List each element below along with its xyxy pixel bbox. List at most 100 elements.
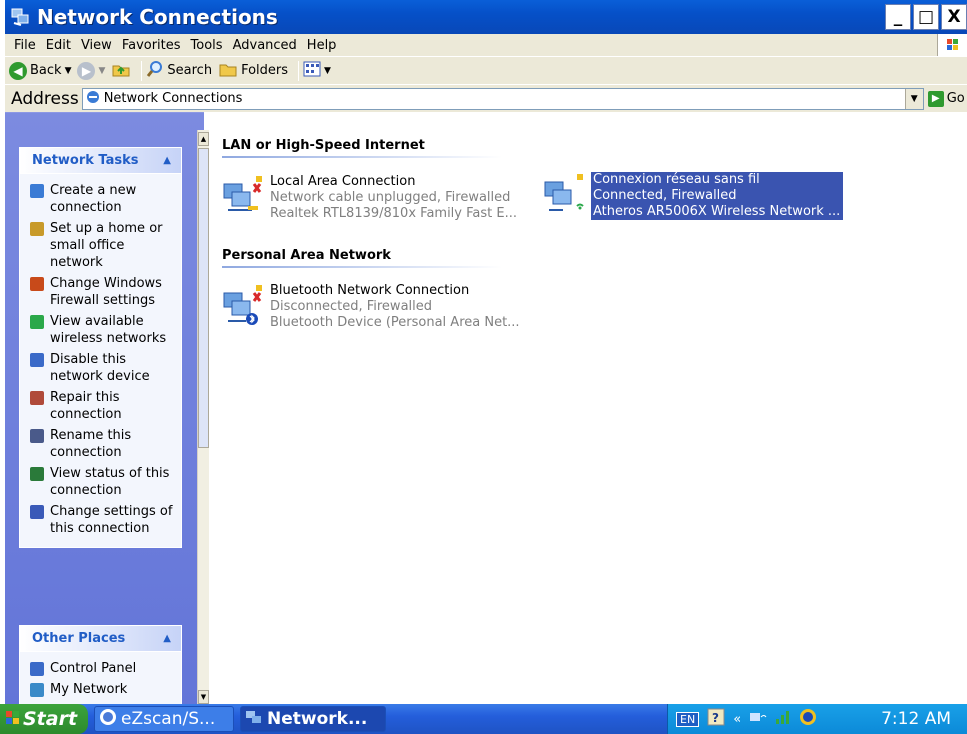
network-app-icon — [245, 708, 263, 731]
toolbar-separator — [141, 60, 143, 81]
task-link[interactable]: My Network — [30, 681, 175, 698]
menu-favorites[interactable]: Favorites — [117, 38, 186, 53]
task-label: Rename this connection — [50, 428, 132, 460]
network-tasks-list: Create a new connection Set up a home or … — [20, 174, 181, 547]
task-label: Control Panel — [50, 661, 137, 676]
collapse-chevron-icon[interactable]: ▲ — [163, 155, 171, 166]
status-icon — [30, 467, 44, 481]
clock[interactable]: 7:12 AM — [881, 709, 951, 729]
connection-local-area[interactable]: Local Area Connection Network cable unpl… — [222, 174, 517, 222]
signal-strength-icon[interactable] — [775, 709, 791, 730]
rename-icon — [30, 429, 44, 443]
back-dropdown-icon[interactable]: ▼ — [65, 66, 72, 76]
folders-label: Folders — [241, 63, 289, 78]
minimize-button[interactable]: _ — [885, 4, 911, 30]
close-button[interactable]: X — [941, 4, 967, 30]
collapse-chevron-icon[interactable]: ▲ — [163, 633, 171, 644]
other-places-panel: Other Places ▲ Control Panel My Network — [19, 625, 182, 704]
folders-button[interactable]: Folders — [218, 60, 288, 82]
task-label: My Network — [50, 682, 128, 697]
menu-file[interactable]: File — [9, 38, 41, 53]
taskbar-button-label: Network... — [267, 709, 368, 729]
task-link[interactable]: Create a new connection — [30, 182, 175, 216]
window-title: Network Connections — [37, 5, 278, 29]
ezscan-app-icon — [99, 708, 117, 731]
show-hidden-icons-chevron-icon[interactable]: « — [733, 712, 741, 727]
views-button[interactable]: ▼ — [303, 61, 331, 81]
forward-button[interactable]: ▶ ▼ — [77, 61, 105, 80]
connection-bluetooth[interactable]: Bluetooth Network Connection Disconnecte… — [222, 283, 520, 331]
other-places-header[interactable]: Other Places ▲ — [20, 626, 181, 652]
language-indicator[interactable]: EN — [676, 711, 700, 727]
connection-status: Disconnected, Firewalled — [270, 299, 433, 314]
search-button[interactable]: Search — [146, 60, 212, 82]
address-label: Address — [11, 88, 79, 109]
folders-icon — [218, 60, 238, 82]
bluetooth-connection-icon — [222, 283, 266, 327]
address-dropdown-icon[interactable]: ▼ — [904, 88, 923, 109]
group-heading-pan: Personal Area Network — [222, 248, 391, 263]
group-divider — [222, 266, 502, 268]
wireless-tray-icon[interactable] — [749, 709, 767, 730]
connection-name: Bluetooth Network Connection — [270, 283, 470, 298]
menu-tools[interactable]: Tools — [186, 38, 228, 53]
task-label: Disable this network device — [50, 352, 150, 384]
task-link[interactable]: Set up a home or small office network — [30, 220, 175, 271]
task-link[interactable]: Disable this network device — [30, 351, 175, 385]
scroll-up-icon[interactable]: ▲ — [198, 132, 209, 146]
network-tasks-panel: Network Tasks ▲ Create a new connection S… — [19, 147, 182, 548]
task-link[interactable]: View status of this connection — [30, 465, 175, 499]
windows-logo-icon — [937, 34, 967, 56]
task-link[interactable]: View available wireless networks — [30, 313, 175, 347]
menu-edit[interactable]: Edit — [41, 38, 76, 53]
task-link[interactable]: Rename this connection — [30, 427, 175, 461]
settings-icon — [30, 505, 44, 519]
task-label: Change settings of this connection — [50, 504, 173, 536]
start-button[interactable]: Start — [0, 704, 88, 734]
connection-wireless[interactable]: Connexion réseau sans fil Connected, Fir… — [543, 172, 844, 220]
network-tasks-header[interactable]: Network Tasks ▲ — [20, 148, 181, 174]
other-places-title: Other Places — [32, 631, 126, 646]
restore-button[interactable]: □ — [913, 4, 939, 30]
task-link[interactable]: Change settings of this connection — [30, 503, 175, 537]
taskbar-button-label: eZscan/S... — [121, 709, 216, 729]
help-tray-icon[interactable]: ? — [707, 708, 725, 731]
firewall-icon — [30, 277, 44, 291]
menu-advanced[interactable]: Advanced — [228, 38, 302, 53]
taskbar-button-ezscan[interactable]: eZscan/S... — [94, 706, 234, 732]
task-link[interactable]: Control Panel — [30, 660, 175, 677]
taskbar-button-network[interactable]: Network... — [240, 706, 386, 732]
wireless-connection-icon — [543, 172, 587, 216]
back-label: Back — [30, 63, 62, 78]
views-dropdown-icon: ▼ — [324, 65, 331, 76]
control-panel-icon — [30, 662, 44, 676]
menu-view[interactable]: View — [76, 38, 117, 53]
network-connections-small-icon — [86, 90, 100, 108]
toolbar-separator — [298, 60, 300, 81]
task-label: Set up a home or small office network — [50, 221, 163, 270]
back-button[interactable]: ◀ Back ▼ — [9, 61, 72, 80]
task-label: Create a new connection — [50, 183, 137, 215]
my-network-icon — [30, 683, 44, 697]
search-icon — [146, 60, 164, 82]
lan-unplugged-icon — [222, 174, 266, 218]
task-label: View available wireless networks — [50, 314, 167, 346]
svg-text:?: ? — [712, 711, 719, 725]
task-link[interactable]: Repair this connection — [30, 389, 175, 423]
title-bar[interactable]: Network Connections _ □ X — [0, 0, 967, 34]
address-value: Network Connections — [103, 91, 243, 106]
up-button[interactable] — [111, 60, 131, 82]
task-pane-scrollbar[interactable]: ▲ ▼ — [197, 130, 209, 704]
connections-view: LAN or High-Speed Internet Local Area Co… — [212, 130, 967, 704]
search-label: Search — [167, 63, 213, 78]
go-button[interactable]: ▶ Go — [927, 90, 965, 107]
menu-bar: File Edit View Favorites Tools Advanced … — [0, 34, 967, 56]
address-field[interactable]: Network Connections ▼ — [81, 87, 924, 110]
task-link[interactable]: Change Windows Firewall settings — [30, 275, 175, 309]
scrollbar-thumb[interactable] — [198, 148, 209, 448]
menu-help[interactable]: Help — [302, 38, 342, 53]
scroll-down-icon[interactable]: ▼ — [198, 690, 209, 704]
forward-dropdown-icon[interactable]: ▼ — [98, 66, 105, 76]
connection-device: Realtek RTL8139/810x Family Fast E... — [270, 206, 517, 221]
bluetooth-tray-icon[interactable] — [799, 708, 817, 731]
